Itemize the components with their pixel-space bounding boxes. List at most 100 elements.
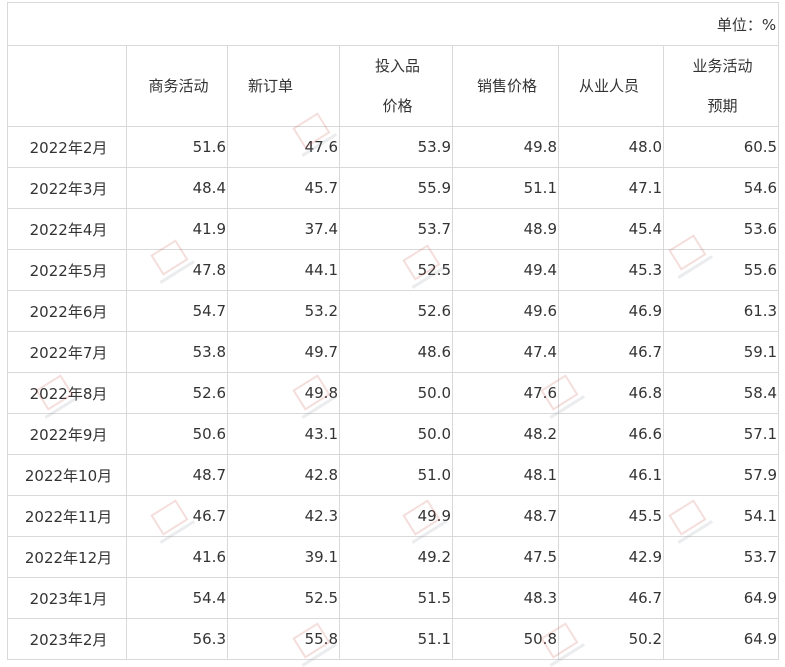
cell-new-orders: 55.8 <box>227 618 340 660</box>
cell-input-price: 53.7 <box>339 208 453 250</box>
page: 单位：% 商务活动 新订单 投入品 价格 销售价格 从业人员 业务活动 预期 2… <box>0 0 785 667</box>
cell-sales-price: 48.2 <box>452 413 559 455</box>
cell-month: 2022年9月 <box>7 413 127 455</box>
table-row: 2022年9月 50.6 43.1 50.0 48.2 46.6 57.1 <box>7 413 780 455</box>
cell-input-price: 51.0 <box>339 454 453 496</box>
cell-input-price: 50.0 <box>339 413 453 455</box>
cell-new-orders: 52.5 <box>227 577 340 619</box>
cell-employees: 46.7 <box>558 331 664 373</box>
cell-employees: 46.8 <box>558 372 664 414</box>
cell-input-price: 52.6 <box>339 290 453 332</box>
cell-new-orders: 43.1 <box>227 413 340 455</box>
cell-expectation: 53.6 <box>662 208 780 250</box>
cell-new-orders: 49.7 <box>227 331 340 373</box>
cell-employees: 42.9 <box>558 536 664 578</box>
cell-sales-price: 48.7 <box>452 495 559 537</box>
cell-business-activity: 54.7 <box>126 290 228 332</box>
table-row: 2022年12月 41.6 39.1 49.2 47.5 42.9 53.7 <box>7 536 780 578</box>
cell-month: 2023年2月 <box>7 618 127 660</box>
cell-input-price: 49.9 <box>339 495 453 537</box>
cell-sales-price: 47.4 <box>452 331 559 373</box>
cell-month: 2022年12月 <box>7 536 127 578</box>
cell-new-orders: 45.7 <box>227 167 340 209</box>
cell-business-activity: 52.6 <box>126 372 228 414</box>
cell-expectation: 59.1 <box>662 331 780 373</box>
header-employees: 从业人员 <box>558 45 664 127</box>
cell-new-orders: 42.8 <box>227 454 340 496</box>
cell-month: 2022年11月 <box>7 495 127 537</box>
cell-expectation: 53.7 <box>662 536 780 578</box>
header-expectation-line1: 业务活动 <box>692 57 753 75</box>
cell-new-orders: 44.1 <box>227 249 340 291</box>
cell-expectation: 54.1 <box>662 495 780 537</box>
cell-employees: 50.2 <box>558 618 664 660</box>
header-row: 商务活动 新订单 投入品 价格 销售价格 从业人员 业务活动 预期 <box>7 45 780 127</box>
unit-row: 单位：% <box>6 2 780 46</box>
cell-business-activity: 54.4 <box>126 577 228 619</box>
cell-business-activity: 41.6 <box>126 536 228 578</box>
cell-new-orders: 49.8 <box>227 372 340 414</box>
cell-expectation: 57.1 <box>662 413 780 455</box>
cell-business-activity: 47.8 <box>126 249 228 291</box>
cell-month: 2022年10月 <box>7 454 127 496</box>
pmi-data-table: 单位：% 商务活动 新订单 投入品 价格 销售价格 从业人员 业务活动 预期 2… <box>6 2 780 660</box>
cell-sales-price: 48.1 <box>452 454 559 496</box>
cell-employees: 46.9 <box>558 290 664 332</box>
cell-expectation: 64.9 <box>662 618 780 660</box>
cell-business-activity: 48.7 <box>126 454 228 496</box>
cell-month: 2022年2月 <box>7 126 127 168</box>
cell-sales-price: 50.8 <box>452 618 559 660</box>
cell-business-activity: 46.7 <box>126 495 228 537</box>
cell-month: 2022年6月 <box>7 290 127 332</box>
cell-month: 2022年8月 <box>7 372 127 414</box>
header-new-orders: 新订单 <box>227 45 340 127</box>
cell-expectation: 60.5 <box>662 126 780 168</box>
cell-new-orders: 53.2 <box>227 290 340 332</box>
cell-input-price: 49.2 <box>339 536 453 578</box>
cell-new-orders: 42.3 <box>227 495 340 537</box>
cell-employees: 46.7 <box>558 577 664 619</box>
cell-input-price: 51.1 <box>339 618 453 660</box>
cell-input-price: 52.5 <box>339 249 453 291</box>
table-row: 2022年7月 53.8 49.7 48.6 47.4 46.7 59.1 <box>7 331 780 373</box>
cell-employees: 47.1 <box>558 167 664 209</box>
cell-expectation: 54.6 <box>662 167 780 209</box>
cell-input-price: 51.5 <box>339 577 453 619</box>
cell-sales-price: 48.3 <box>452 577 559 619</box>
cell-expectation: 55.6 <box>662 249 780 291</box>
cell-input-price: 48.6 <box>339 331 453 373</box>
header-expectation-line2: 预期 <box>707 97 738 115</box>
cell-sales-price: 47.5 <box>452 536 559 578</box>
cell-expectation: 57.9 <box>662 454 780 496</box>
cell-sales-price: 49.6 <box>452 290 559 332</box>
cell-sales-price: 48.9 <box>452 208 559 250</box>
table-row: 2022年11月 46.7 42.3 49.9 48.7 45.5 54.1 <box>7 495 780 537</box>
header-month <box>7 45 127 127</box>
cell-expectation: 61.3 <box>662 290 780 332</box>
table-row: 2022年4月 41.9 37.4 53.7 48.9 45.4 53.6 <box>7 208 780 250</box>
header-expectation: 业务活动 预期 <box>662 45 780 127</box>
cell-new-orders: 39.1 <box>227 536 340 578</box>
cell-expectation: 64.9 <box>662 577 780 619</box>
cell-sales-price: 47.6 <box>452 372 559 414</box>
cell-business-activity: 56.3 <box>126 618 228 660</box>
cell-month: 2022年3月 <box>7 167 127 209</box>
table-row: 2022年5月 47.8 44.1 52.5 49.4 45.3 55.6 <box>7 249 780 291</box>
cell-month: 2022年4月 <box>7 208 127 250</box>
unit-label: 单位：% <box>6 2 780 46</box>
cell-input-price: 50.0 <box>339 372 453 414</box>
cell-sales-price: 49.4 <box>452 249 559 291</box>
cell-new-orders: 47.6 <box>227 126 340 168</box>
cell-business-activity: 53.8 <box>126 331 228 373</box>
cell-month: 2022年5月 <box>7 249 127 291</box>
cell-business-activity: 51.6 <box>126 126 228 168</box>
cell-employees: 48.0 <box>558 126 664 168</box>
header-input-price-line1: 投入品 <box>374 57 420 75</box>
table-row: 2022年8月 52.6 49.8 50.0 47.6 46.8 58.4 <box>7 372 780 414</box>
cell-sales-price: 51.1 <box>452 167 559 209</box>
cell-employees: 45.5 <box>558 495 664 537</box>
cell-sales-price: 49.8 <box>452 126 559 168</box>
header-input-price: 投入品 价格 <box>339 45 453 127</box>
table-body: 2022年2月 51.6 47.6 53.9 49.8 48.0 60.5 2022年3月 48… <box>7 126 780 660</box>
header-sales-price: 销售价格 <box>452 45 559 127</box>
